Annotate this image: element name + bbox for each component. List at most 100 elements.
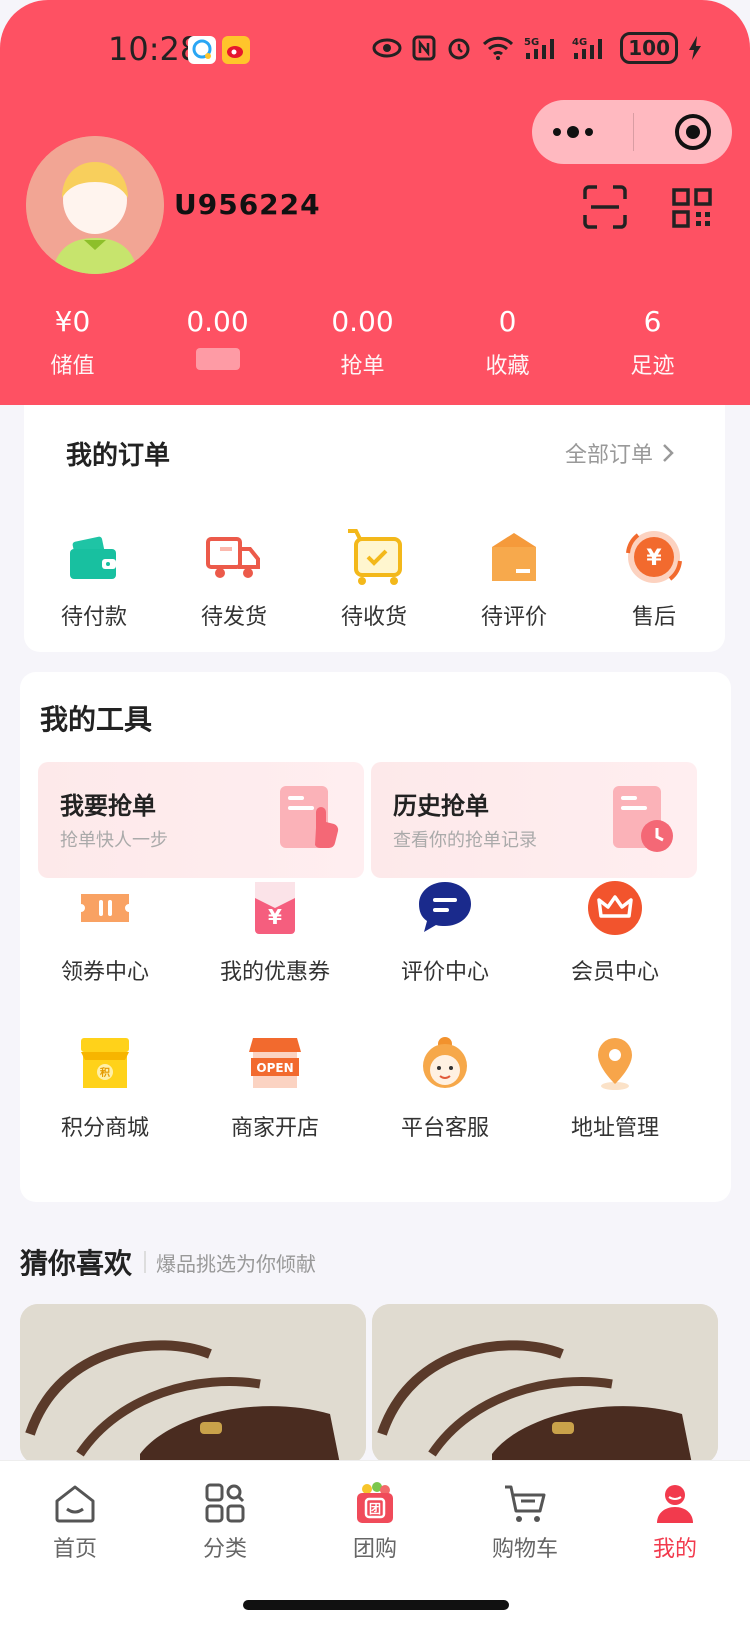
stat-stored-value[interactable]: ¥0 储值 [0,304,145,380]
all-orders-link[interactable]: 全部订单 [565,437,675,469]
stat-label-blurred [145,348,290,376]
stats-row: ¥0 储值 0.00 0.00 抢单 0 收藏 6 足迹 [0,304,750,380]
group-buy-icon: 团 [357,1482,393,1523]
tab-cart[interactable]: 购物车 [450,1481,600,1563]
signal-4g-icon: 4G [572,37,603,59]
tab-profile[interactable]: 我的 [600,1481,750,1563]
order-pending-shipment[interactable]: 待发货 [164,525,304,631]
promo-title: 历史抢单 [393,792,489,820]
order-item-label: 售后 [631,605,676,630]
tool-coupon-center[interactable]: 领券中心 [20,878,190,986]
tool-label: 我的优惠券 [219,960,330,985]
signal-5g-icon: 5G [524,37,555,59]
order-pending-review[interactable]: 待评价 [444,525,584,631]
tab-home[interactable]: 首页 [0,1481,150,1563]
stat-favorites[interactable]: 0 收藏 [435,304,580,380]
stat-value: 0 [498,305,517,338]
tab-category[interactable]: 分类 [150,1481,300,1563]
tab-label: 我的 [652,1537,697,1562]
avatar-illustration [26,136,164,274]
tools-title: 我的工具 [40,703,153,736]
product-image-bag [372,1304,718,1464]
chat-icon [419,882,471,932]
svg-text:¥: ¥ [646,546,662,571]
stat-label: 足迹 [630,354,675,379]
tool-member-center[interactable]: 会员中心 [530,878,700,986]
guess-title: 猜你喜欢 [20,1247,133,1280]
stat-value: 6 [643,305,662,338]
product-image-bag [20,1304,366,1464]
stat-label: 抢单 [340,354,385,379]
history-document-icon [613,786,673,852]
tool-customer-service[interactable]: 平台客服 [360,1034,530,1142]
svg-text:团: 团 [369,1502,381,1516]
tool-label: 评价中心 [400,960,489,985]
stat-footprints[interactable]: 6 足迹 [580,304,725,380]
grab-history-promo[interactable]: 历史抢单 查看你的抢单记录 [371,762,697,878]
support-icon [423,1037,467,1088]
promo-title: 我要抢单 [60,792,156,820]
stat-grab-orders[interactable]: 0.00 抢单 [290,304,435,380]
tool-open-store[interactable]: OPEN 商家开店 [190,1034,360,1142]
guess-you-like-header: 猜你喜欢 爆品挑选为你倾献 [20,1242,316,1282]
tools-grid-row-2: 积 积分商城 OPEN 商家开店 平台客服 地址管理 [20,1034,731,1142]
weibo-icon [222,36,250,64]
product-card[interactable] [372,1304,718,1464]
close-target-icon[interactable] [673,112,713,152]
coupon-icon: ¥ [255,882,295,934]
status-bar: 10:28 5G 4G 100 [0,0,750,100]
tab-label: 购物车 [491,1537,558,1562]
charging-icon [689,36,701,60]
avatar[interactable] [26,136,164,274]
product-card[interactable] [20,1304,366,1464]
nfc-icon [412,35,436,61]
crown-icon [588,881,642,935]
home-indicator[interactable] [243,1600,509,1610]
all-orders-label: 全部订单 [564,443,653,468]
status-time: 10:28 [108,30,201,68]
yen-refund-icon: ¥ [626,531,682,583]
chevron-right-icon [663,444,674,462]
svg-text:5G: 5G [524,37,539,48]
tool-review-center[interactable]: 评价中心 [360,878,530,986]
tab-label: 分类 [202,1537,247,1562]
eye-icon [372,38,402,58]
svg-text:OPEN: OPEN [256,1061,293,1075]
category-icon [205,1483,245,1523]
tool-label: 积分商城 [60,1116,149,1141]
wallet-icon [70,536,116,579]
qr-code-icon[interactable] [672,188,712,228]
order-pending-receipt[interactable]: 待收货 [304,525,444,631]
tool-label: 地址管理 [570,1116,659,1141]
ticket-icon [81,894,129,922]
orders-card: 我的订单 全部订单 待付款 待发货 待收货 待评价 ¥ 售后 [24,405,725,652]
svg-text:积: 积 [100,1066,110,1079]
stat-value: ¥0 [54,305,91,338]
tools-card: 我的工具 我要抢单 抢单快人一步 历史抢单 查看你的抢单记录 领券中心 ¥ 我的… [20,672,731,1202]
capsule-divider [633,113,635,151]
order-item-label: 待收货 [340,605,407,630]
tab-group-buy[interactable]: 团 团购 [300,1481,450,1563]
tool-label: 商家开店 [230,1116,319,1141]
mini-program-capsule [532,100,732,164]
tool-address-management[interactable]: 地址管理 [530,1034,700,1142]
stat-value: 0.00 [331,305,394,338]
stat-blurred[interactable]: 0.00 [145,304,290,380]
scan-icon[interactable] [583,185,627,229]
order-after-sales[interactable]: ¥ 售后 [584,525,724,631]
tool-points-mall[interactable]: 积 积分商城 [20,1034,190,1142]
grab-order-promo[interactable]: 我要抢单 抢单快人一步 [38,762,364,878]
order-item-label: 待发货 [200,605,267,630]
tab-label: 团购 [352,1537,397,1562]
tool-label: 会员中心 [570,960,659,985]
order-item-label: 待付款 [60,605,127,630]
order-pending-payment[interactable]: 待付款 [24,525,164,631]
status-indicators: 5G 4G 100 [372,32,702,64]
tools-grid-row-1: 领券中心 ¥ 我的优惠券 评价中心 会员中心 [20,878,731,986]
home-icon [55,1485,95,1523]
more-icon[interactable] [551,124,595,140]
tool-my-coupons[interactable]: ¥ 我的优惠券 [190,878,360,986]
stat-label: 收藏 [485,354,530,379]
battery-level: 100 [620,32,678,64]
promo-subtitle: 查看你的抢单记录 [393,830,537,851]
